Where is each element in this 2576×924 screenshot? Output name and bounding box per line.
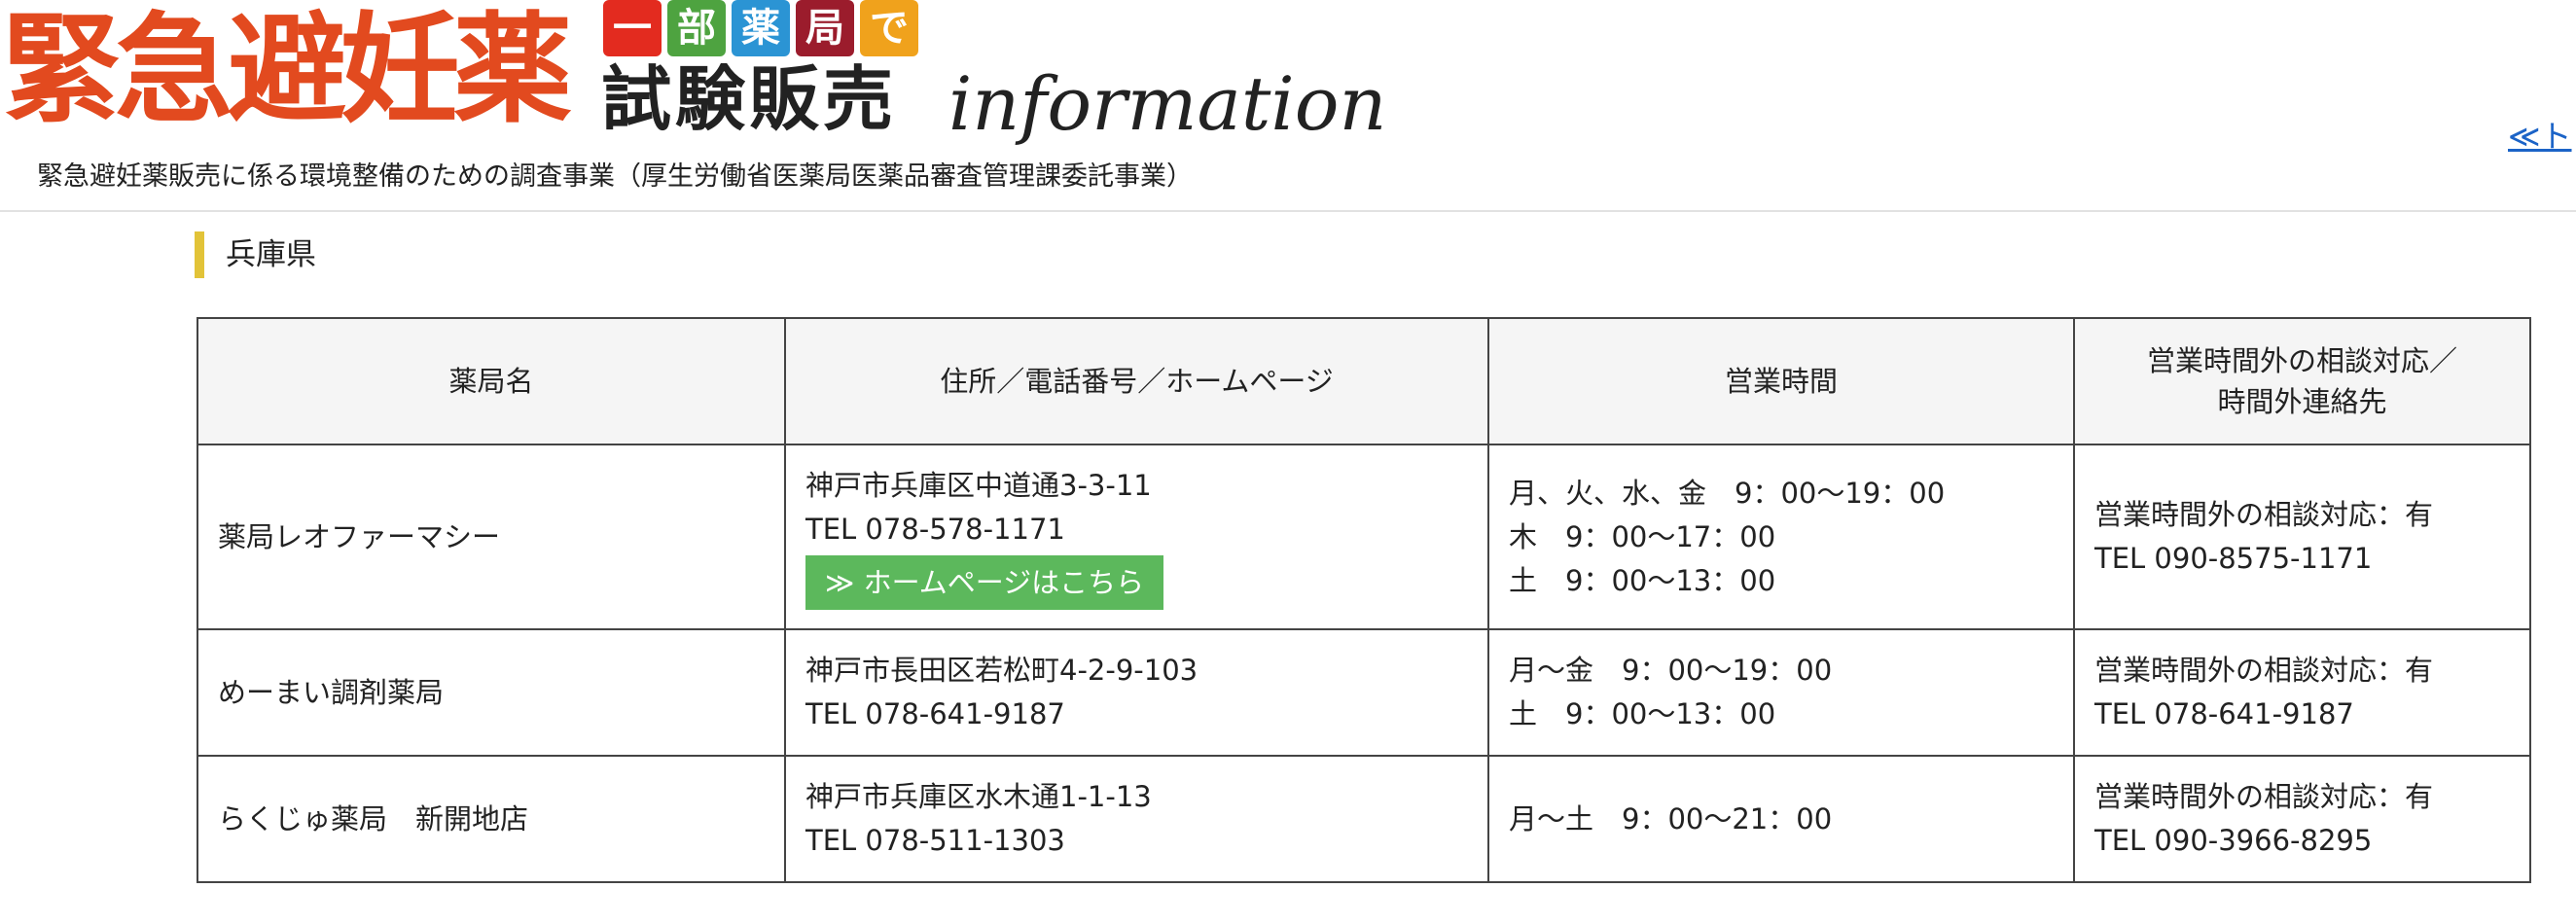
pharmacy-name: 薬局レオファーマシー <box>197 444 786 630</box>
pharmacy-hours-cell: 月〜金 9：00〜19：00 土 9：00〜13：00 <box>1487 628 2075 757</box>
header-hours: 営業時間 <box>1487 317 2075 445</box>
header-after-hours: 営業時間外の相談対応／ 時間外連絡先 <box>2073 317 2531 445</box>
pharmacy-hours-line: 土 9：00〜13：00 <box>1509 697 1776 730</box>
pharmacy-address: 神戸市長田区若松町4-2-9-103 <box>805 654 1199 687</box>
table-row: めーまい調剤薬局 神戸市長田区若松町4-2-9-103 TEL 078-641-… <box>197 628 2531 757</box>
section-title: 兵庫県 <box>195 231 316 278</box>
after-hours-tel: TEL 090-3966-8295 <box>2094 824 2373 857</box>
table-header-row: 薬局名 住所／電話番号／ホームページ 営業時間 営業時間外の相談対応／ 時間外連… <box>197 317 2531 445</box>
header-after-hours-line2: 時間外連絡先 <box>2217 385 2387 418</box>
pharmacy-address-cell: 神戸市兵庫区中道通3-3-11 TEL 078-578-1171 ≫ ホームペー… <box>784 444 1489 630</box>
after-hours-status: 営業時間外の相談対応：有 <box>2094 498 2434 531</box>
logo-char-1: 一 <box>603 0 662 56</box>
pharmacy-address: 神戸市兵庫区中道通3-3-11 <box>805 469 1152 502</box>
top-page-link[interactable]: ≪ト <box>2508 117 2576 156</box>
header-after-hours-line1: 営業時間外の相談対応／ <box>2146 344 2457 377</box>
logo-char-3: 薬 <box>732 0 790 56</box>
after-hours-tel: TEL 090-8575-1171 <box>2094 542 2373 575</box>
table-row: 薬局レオファーマシー 神戸市兵庫区中道通3-3-11 TEL 078-578-1… <box>197 444 2531 630</box>
site-header: 緊急避妊薬 一 部 薬 局 で 試験販売 information 緊急避妊薬販売… <box>0 0 2576 212</box>
pharmacy-address-cell: 神戸市兵庫区水木通1-1-13 TEL 078-511-1303 <box>784 755 1489 883</box>
after-hours-tel: TEL 078-641-9187 <box>2094 697 2354 730</box>
pharmacy-tel: TEL 078-511-1303 <box>805 824 1065 857</box>
logo-main-text: 緊急避妊薬 <box>2 1 572 139</box>
logo-char-4: 局 <box>796 0 854 56</box>
pharmacy-tel: TEL 078-641-9187 <box>805 697 1065 730</box>
header-name: 薬局名 <box>197 317 786 445</box>
pharmacy-hours-line: 木 9：00〜17：00 <box>1509 519 1776 553</box>
pharmacy-tel: TEL 078-578-1171 <box>805 513 1065 546</box>
logo-char-5: で <box>860 0 918 56</box>
pharmacy-hours-line: 月〜金 9：00〜19：00 <box>1509 654 1833 687</box>
logo-char-2: 部 <box>667 0 726 56</box>
pharmacy-after-hours-cell: 営業時間外の相談対応：有 TEL 090-3966-8295 <box>2073 755 2531 883</box>
pharmacy-after-hours-cell: 営業時間外の相談対応：有 TEL 090-8575-1171 <box>2073 444 2531 630</box>
pharmacy-hours-line: 月、火、水、金 9：00〜19：00 <box>1509 476 1946 510</box>
pharmacy-hours-cell: 月、火、水、金 9：00〜19：00 木 9：00〜17：00 土 9：00〜1… <box>1487 444 2075 630</box>
pharmacy-name: めーまい調剤薬局 <box>197 628 786 757</box>
pharmacy-hours-line: 土 9：00〜13：00 <box>1509 563 1776 597</box>
logo-char-boxes: 一 部 薬 局 で <box>603 0 918 56</box>
homepage-button[interactable]: ≫ ホームページはこちら <box>805 555 1164 610</box>
after-hours-status: 営業時間外の相談対応：有 <box>2094 780 2434 813</box>
pharmacy-after-hours-cell: 営業時間外の相談対応：有 TEL 078-641-9187 <box>2073 628 2531 757</box>
pharmacy-address: 神戸市兵庫区水木通1-1-13 <box>805 780 1152 813</box>
table-row: らくじゅ薬局 新開地店 神戸市兵庫区水木通1-1-13 TEL 078-511-… <box>197 755 2531 883</box>
after-hours-status: 営業時間外の相談対応：有 <box>2094 654 2434 687</box>
header-address: 住所／電話番号／ホームページ <box>784 317 1489 445</box>
site-subtitle: 緊急避妊薬販売に係る環境整備のための調査事業（厚生労働省医薬局医薬品審査管理課委… <box>37 161 1193 192</box>
pharmacy-hours-line: 月〜土 9：00〜21：00 <box>1509 801 1833 835</box>
pharmacy-hours-cell: 月〜土 9：00〜21：00 <box>1487 755 2075 883</box>
pharmacy-address-cell: 神戸市長田区若松町4-2-9-103 TEL 078-641-9187 <box>784 628 1489 757</box>
logo-trial-text: 試験販売 <box>601 58 898 140</box>
pharmacy-name: らくじゅ薬局 新開地店 <box>197 755 786 883</box>
pharmacy-table: 薬局名 住所／電話番号／ホームページ 営業時間 営業時間外の相談対応／ 時間外連… <box>197 317 2531 883</box>
logo-info-text: information <box>948 60 1387 147</box>
